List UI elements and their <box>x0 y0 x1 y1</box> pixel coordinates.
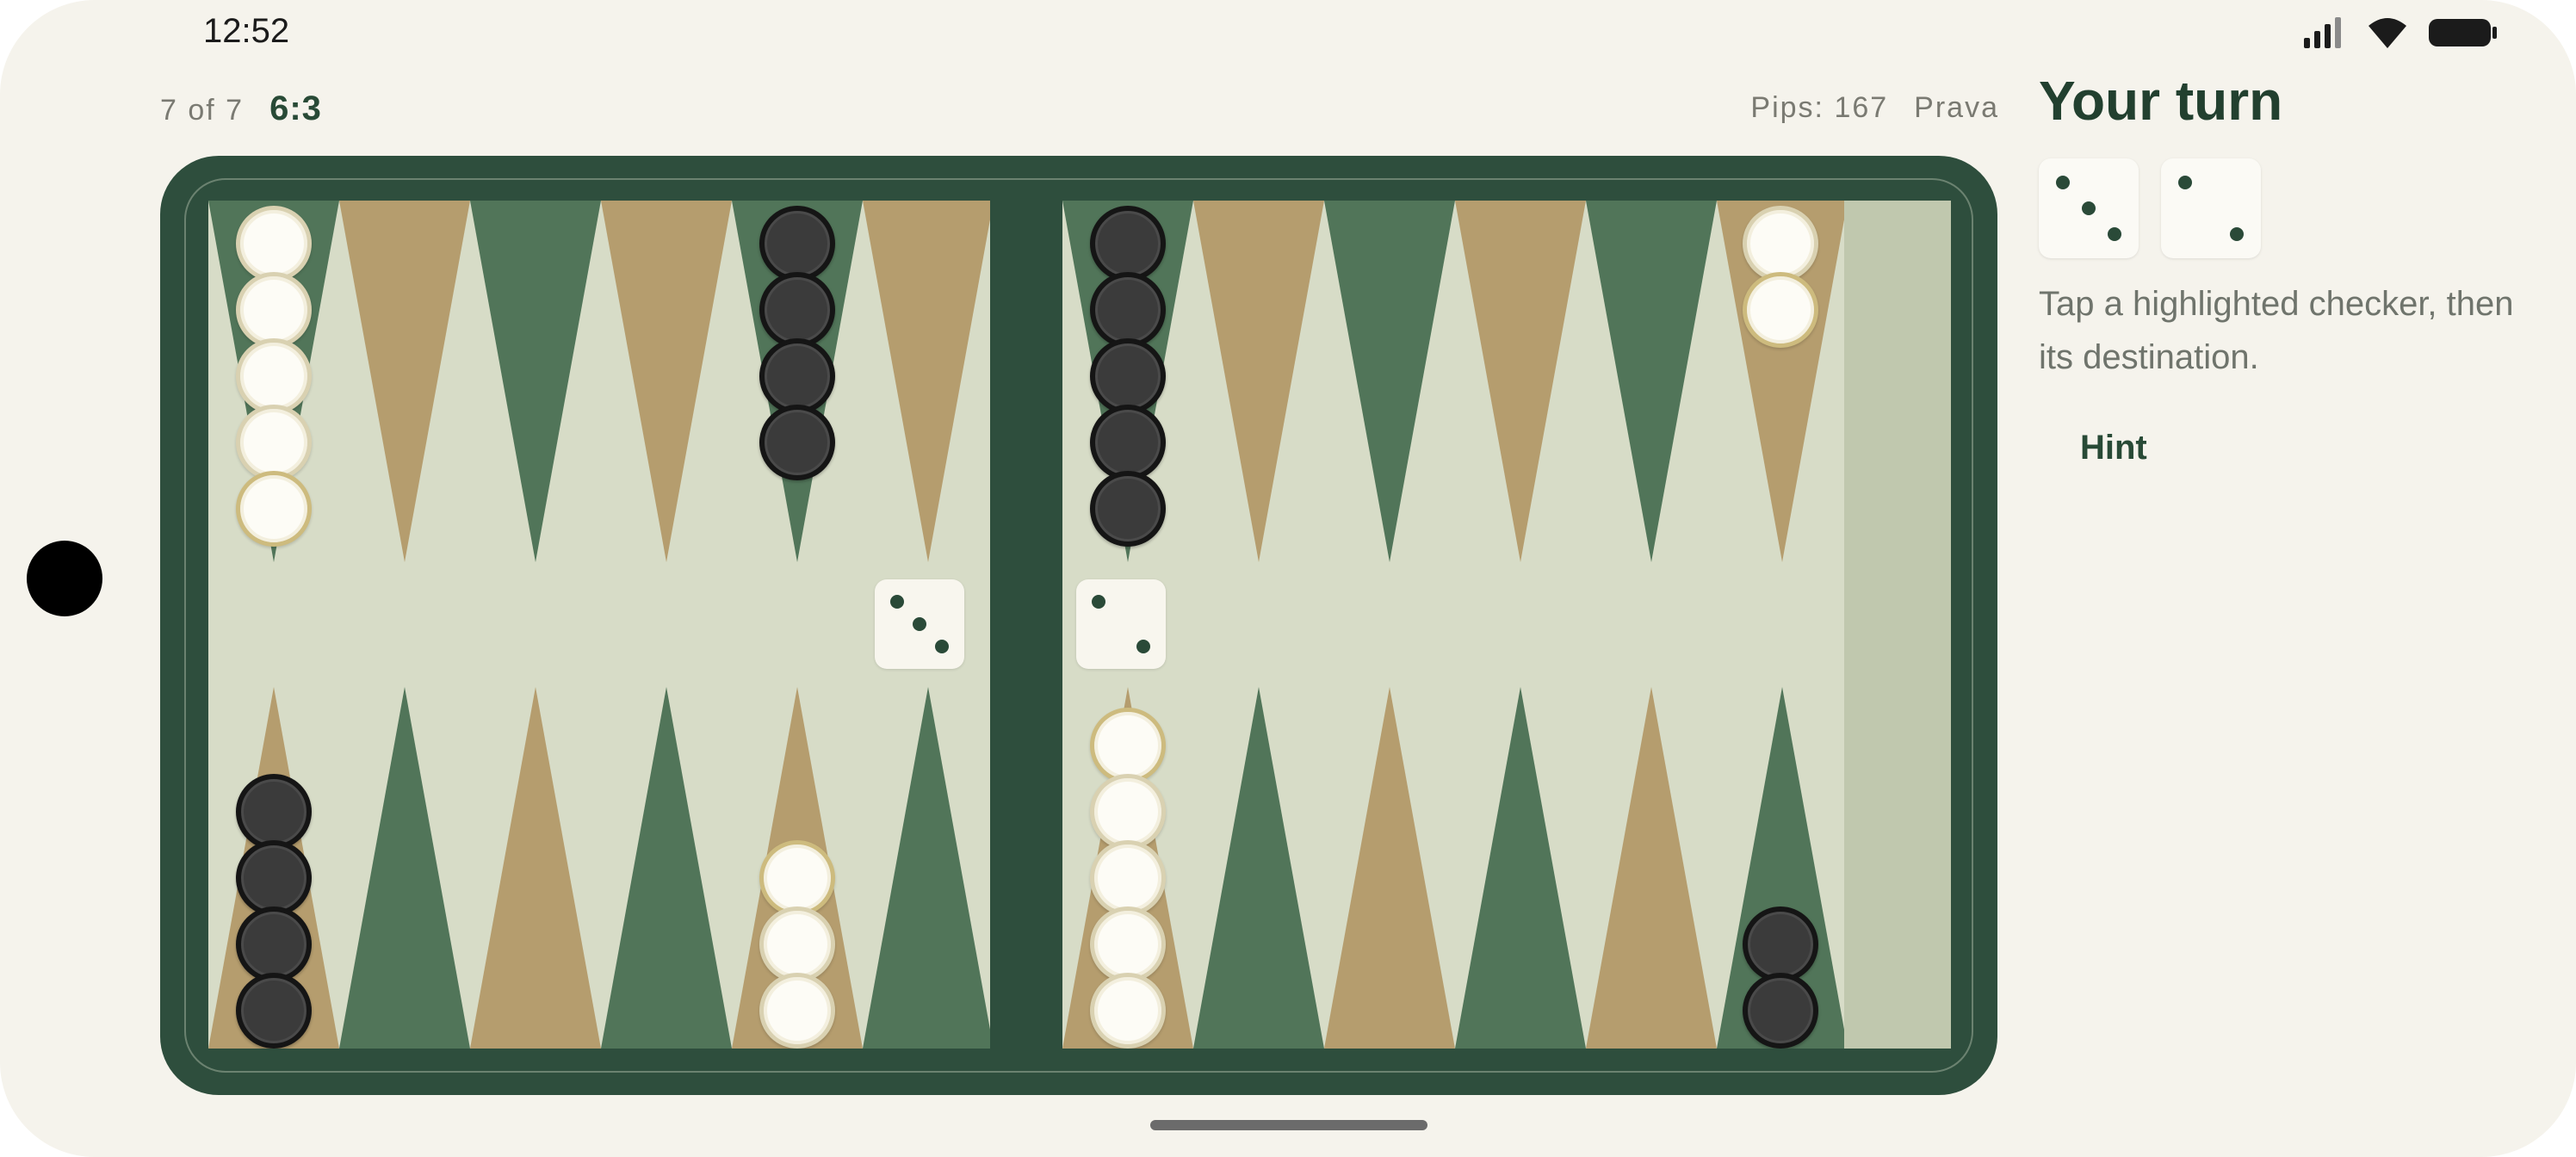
die-pip <box>2230 227 2244 241</box>
turn-panel: Your turn Tap a highlighted checker, the… <box>2039 69 2555 467</box>
checker-white-highlighted[interactable] <box>1743 272 1818 348</box>
home-indicator[interactable] <box>1150 1120 1427 1130</box>
point-4[interactable] <box>1324 687 1455 1049</box>
board-die-three <box>875 579 964 669</box>
checker-black <box>236 840 312 916</box>
die-pip <box>2108 227 2121 241</box>
point-10[interactable] <box>470 687 601 1049</box>
checker-white-highlighted[interactable] <box>1090 708 1166 783</box>
point-16[interactable] <box>601 201 732 562</box>
die-pip <box>2082 201 2096 215</box>
die-pip <box>913 617 926 631</box>
checker-white-highlighted[interactable] <box>236 471 312 547</box>
checker-white-highlighted[interactable] <box>759 840 835 916</box>
panel-die-two <box>2161 158 2261 258</box>
point-7[interactable] <box>863 687 990 1049</box>
status-time: 12:52 <box>203 12 290 50</box>
match-info: 7 of 7 6:3 <box>160 90 322 128</box>
match-score: 6:3 <box>269 90 322 127</box>
checker-black <box>1743 906 1818 982</box>
point-21[interactable] <box>1324 201 1455 562</box>
checker-black <box>759 338 835 414</box>
checker-black <box>1090 206 1166 282</box>
device-screen: 12:52 7 of 7 6:3 Pips: 167 Prava Your tu… <box>0 0 2576 1157</box>
board-left-half <box>208 201 990 1049</box>
checker-black <box>759 272 835 348</box>
die-pip <box>2056 176 2070 189</box>
checker-white <box>1090 840 1166 916</box>
checker-black <box>1090 471 1166 547</box>
bear-off-tray[interactable] <box>1844 201 1951 1049</box>
checker-black <box>1743 973 1818 1049</box>
player-info: Pips: 167 Prava <box>1750 91 1999 125</box>
checker-white <box>236 338 312 414</box>
opponent-name: Prava <box>1914 91 1999 124</box>
front-camera <box>27 541 102 616</box>
turn-instructions: Tap a highlighted checker, then its dest… <box>2039 285 2514 376</box>
die-pip <box>1092 595 1105 609</box>
battery-icon <box>2429 19 2497 46</box>
checker-white <box>236 206 312 282</box>
checker-black <box>1090 338 1166 414</box>
checker-black <box>1090 272 1166 348</box>
checker-black <box>236 906 312 982</box>
point-11[interactable] <box>339 687 470 1049</box>
checker-white <box>236 405 312 480</box>
point-20[interactable] <box>1193 201 1324 562</box>
turn-title: Your turn <box>2039 70 2283 132</box>
wifi-icon <box>2369 18 2406 48</box>
point-5[interactable] <box>1193 687 1324 1049</box>
point-9[interactable] <box>601 687 732 1049</box>
match-progress: 7 of 7 <box>160 94 245 127</box>
die-pip <box>1136 640 1150 653</box>
checker-black <box>759 405 835 480</box>
point-22[interactable] <box>1455 201 1586 562</box>
panel-die-three <box>2039 158 2139 258</box>
point-15[interactable] <box>470 201 601 562</box>
checker-white <box>1090 906 1166 982</box>
point-18[interactable] <box>863 201 990 562</box>
point-2[interactable] <box>1586 687 1717 1049</box>
hint-button[interactable]: Hint <box>2080 429 2147 467</box>
checker-white <box>759 906 835 982</box>
rolled-dice <box>2039 158 2555 258</box>
board-right-half <box>1062 201 1844 1049</box>
point-14[interactable] <box>339 201 470 562</box>
checker-black <box>1090 405 1166 480</box>
checker-white <box>1743 206 1818 282</box>
signal-icon <box>2304 17 2341 48</box>
checker-white <box>236 272 312 348</box>
checker-white <box>1090 774 1166 850</box>
point-3[interactable] <box>1455 687 1586 1049</box>
die-pip <box>935 640 949 653</box>
checker-black <box>236 973 312 1049</box>
pip-count: Pips: 167 <box>1750 91 1889 124</box>
checker-white <box>1090 973 1166 1049</box>
point-23[interactable] <box>1586 201 1717 562</box>
die-pip <box>890 595 904 609</box>
backgammon-board <box>160 156 1997 1095</box>
checker-white <box>759 973 835 1049</box>
checker-black <box>759 206 835 282</box>
status-icons <box>2302 15 2499 50</box>
die-pip <box>2178 176 2192 189</box>
board-die-two <box>1076 579 1166 669</box>
checker-black <box>236 774 312 850</box>
